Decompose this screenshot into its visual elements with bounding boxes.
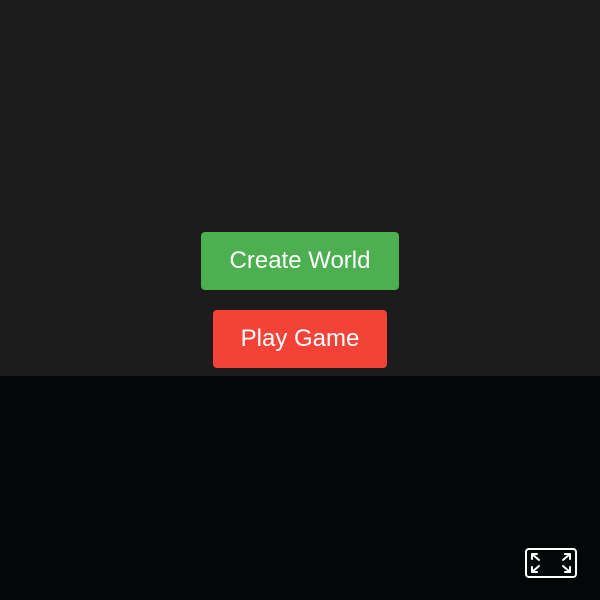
game-screen: Create World Play Game bbox=[0, 0, 600, 600]
fullscreen-button[interactable] bbox=[525, 548, 577, 578]
play-game-button[interactable]: Play Game bbox=[213, 310, 387, 368]
fullscreen-expand-icon bbox=[531, 553, 571, 573]
create-world-button[interactable]: Create World bbox=[201, 232, 399, 290]
game-viewport bbox=[0, 376, 600, 600]
